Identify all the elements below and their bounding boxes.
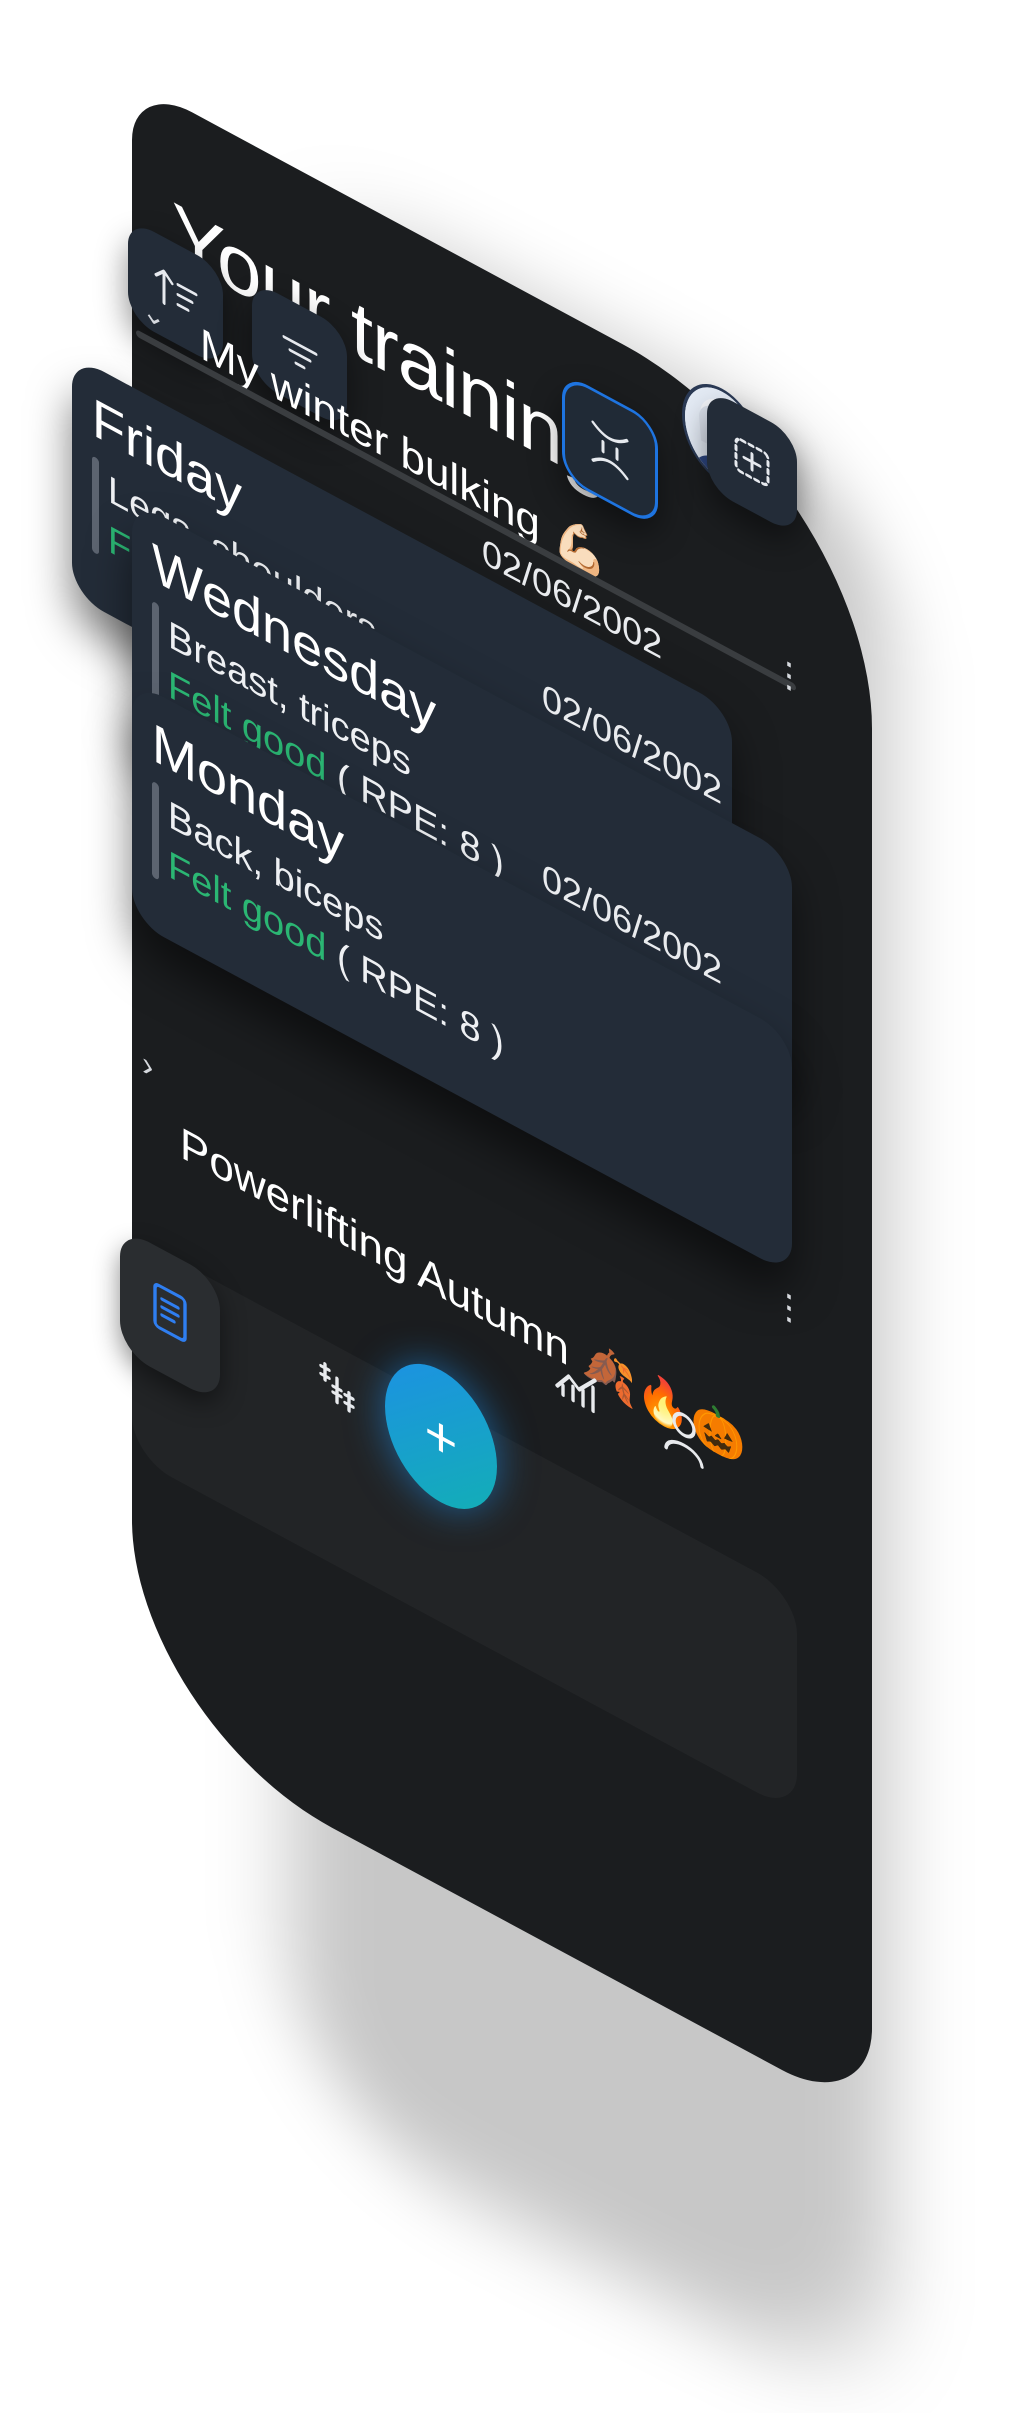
group-expand-chevron-icon[interactable]: › xyxy=(142,1043,153,1088)
group-more-button[interactable]: ⋮ xyxy=(772,1280,806,1336)
card-accent-bar xyxy=(92,455,99,556)
training-feeling: Felt good ( RPE: 8 ) xyxy=(168,843,504,1067)
add-group-button[interactable] xyxy=(707,387,797,537)
add-training-button[interactable]: + xyxy=(385,1340,497,1533)
profile-icon xyxy=(664,1411,704,1469)
bottom-nav-bar: + xyxy=(120,1226,797,1815)
nav-exercises[interactable] xyxy=(302,1333,372,1441)
collapse-all-icon xyxy=(591,420,629,481)
card-accent-bar xyxy=(152,780,159,881)
add-group-icon xyxy=(734,437,770,487)
group-more-button[interactable]: ⋮ xyxy=(772,648,806,704)
trainings-icon xyxy=(153,1283,187,1342)
rpe-label: ( RPE: 8 ) xyxy=(337,934,504,1067)
card-accent-bar xyxy=(152,600,159,701)
nav-trainings[interactable] xyxy=(120,1226,220,1405)
exercises-icon xyxy=(319,1361,355,1413)
phone-screen: Your trainings ⌄ ⌄ My winter bulking 💪🏻 xyxy=(72,80,872,2119)
